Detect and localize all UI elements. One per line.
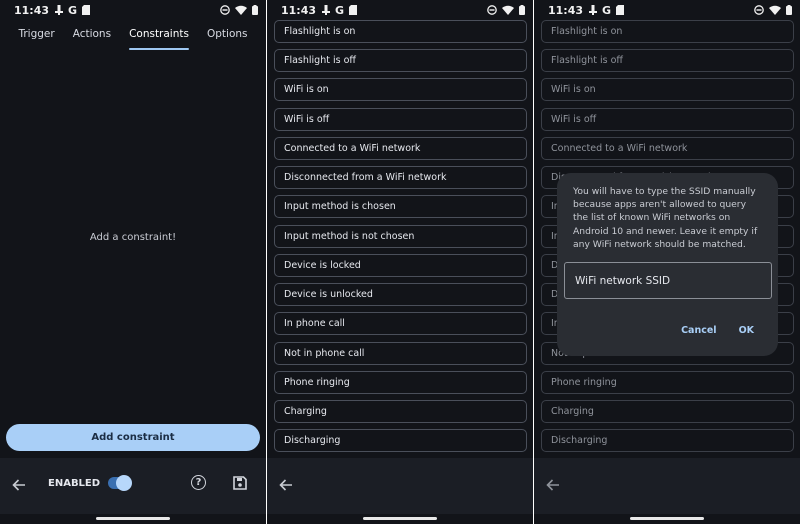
enabled-toggle[interactable] xyxy=(108,475,132,491)
arrow-back-icon[interactable] xyxy=(279,476,293,495)
save-icon[interactable] xyxy=(233,475,247,494)
wifi-icon xyxy=(502,5,514,15)
list-item[interactable]: Flashlight is on xyxy=(541,20,794,43)
status-bar: 11:43 G xyxy=(267,0,533,20)
google-icon: G xyxy=(335,3,345,17)
status-time: 11:43 xyxy=(548,3,584,17)
screen-wifi-ssid-dialog: 11:43 G Flashlight is on Flashlight is o… xyxy=(534,0,800,524)
cancel-button[interactable]: Cancel xyxy=(681,325,716,336)
list-item[interactable]: Phone ringing xyxy=(274,371,527,394)
status-time: 11:43 xyxy=(14,3,50,17)
sd-card-icon xyxy=(349,5,358,15)
list-item[interactable]: Charging xyxy=(274,400,527,423)
status-time: 11:43 xyxy=(281,3,317,17)
dialog-actions: Cancel OK xyxy=(681,325,754,336)
add-constraint-button[interactable]: Add constraint xyxy=(6,424,260,451)
notification-icon xyxy=(589,5,598,15)
home-indicator[interactable] xyxy=(630,517,704,520)
screen-constraints-tab: 11:43 G Trigger Actions Constraints Opti… xyxy=(0,0,266,524)
do-not-disturb-icon xyxy=(487,5,497,15)
list-item[interactable]: Connected to a WiFi network xyxy=(274,137,527,160)
wifi-icon xyxy=(235,5,247,15)
list-item[interactable]: WiFi is on xyxy=(274,78,527,101)
list-item[interactable]: In phone call xyxy=(274,312,527,335)
help-circle-icon[interactable]: ? xyxy=(191,475,206,490)
tab-bar: Trigger Actions Constraints Options xyxy=(0,22,266,50)
list-item[interactable]: Phone ringing xyxy=(541,371,794,394)
list-item[interactable]: Input method is chosen xyxy=(274,195,527,218)
bottom-app-bar: ENABLED ? xyxy=(0,458,266,514)
ssid-input[interactable]: WiFi network SSID xyxy=(564,262,772,299)
bottom-app-bar xyxy=(267,458,533,514)
enabled-label: ENABLED xyxy=(48,478,101,489)
do-not-disturb-icon xyxy=(220,5,230,15)
battery-icon xyxy=(786,5,792,15)
empty-state-message: Add a constraint! xyxy=(89,232,177,243)
sd-card-icon xyxy=(616,5,625,15)
list-item[interactable]: Input method is not chosen xyxy=(274,225,527,248)
wifi-icon xyxy=(769,5,781,15)
list-item[interactable]: WiFi is off xyxy=(274,108,527,131)
list-item[interactable]: Device is unlocked xyxy=(274,283,527,306)
list-item[interactable]: Flashlight is off xyxy=(274,49,527,72)
list-item[interactable]: Disconnected from a WiFi network xyxy=(274,166,527,189)
home-indicator[interactable] xyxy=(96,517,170,520)
tab-trigger[interactable]: Trigger xyxy=(9,22,63,50)
ok-button[interactable]: OK xyxy=(739,325,754,336)
arrow-back-icon[interactable] xyxy=(12,476,26,495)
tab-options[interactable]: Options xyxy=(198,22,257,50)
status-bar: 11:43 G xyxy=(0,0,266,20)
notification-icon xyxy=(322,5,331,15)
tab-constraints[interactable]: Constraints xyxy=(120,22,198,50)
arrow-back-icon[interactable] xyxy=(546,476,560,495)
google-icon: G xyxy=(68,3,78,17)
list-item[interactable]: Discharging xyxy=(541,429,794,452)
notification-icon xyxy=(55,5,64,15)
bottom-app-bar xyxy=(534,458,800,514)
list-item[interactable]: Discharging xyxy=(274,429,527,452)
sd-card-icon xyxy=(82,5,91,15)
list-item[interactable]: Not in phone call xyxy=(274,342,527,365)
wifi-ssid-dialog: You will have to type the SSID manually … xyxy=(557,173,778,356)
list-item[interactable]: Device is locked xyxy=(274,254,527,277)
list-item[interactable]: Charging xyxy=(541,400,794,423)
home-indicator[interactable] xyxy=(363,517,437,520)
tab-actions[interactable]: Actions xyxy=(64,22,120,50)
screen-constraint-list: 11:43 G Flashlight is on Flashlight is o… xyxy=(267,0,533,524)
status-bar: 11:43 G xyxy=(534,0,800,20)
do-not-disturb-icon xyxy=(754,5,764,15)
dialog-message: You will have to type the SSID manually … xyxy=(573,186,758,250)
list-item[interactable]: Flashlight is off xyxy=(541,49,794,72)
toggle-knob xyxy=(116,475,132,491)
google-icon: G xyxy=(602,3,612,17)
battery-icon xyxy=(252,5,258,15)
list-item[interactable]: WiFi is off xyxy=(541,108,794,131)
list-item[interactable]: Flashlight is on xyxy=(274,20,527,43)
list-item[interactable]: WiFi is on xyxy=(541,78,794,101)
list-item[interactable]: Connected to a WiFi network xyxy=(541,137,794,160)
battery-icon xyxy=(519,5,525,15)
